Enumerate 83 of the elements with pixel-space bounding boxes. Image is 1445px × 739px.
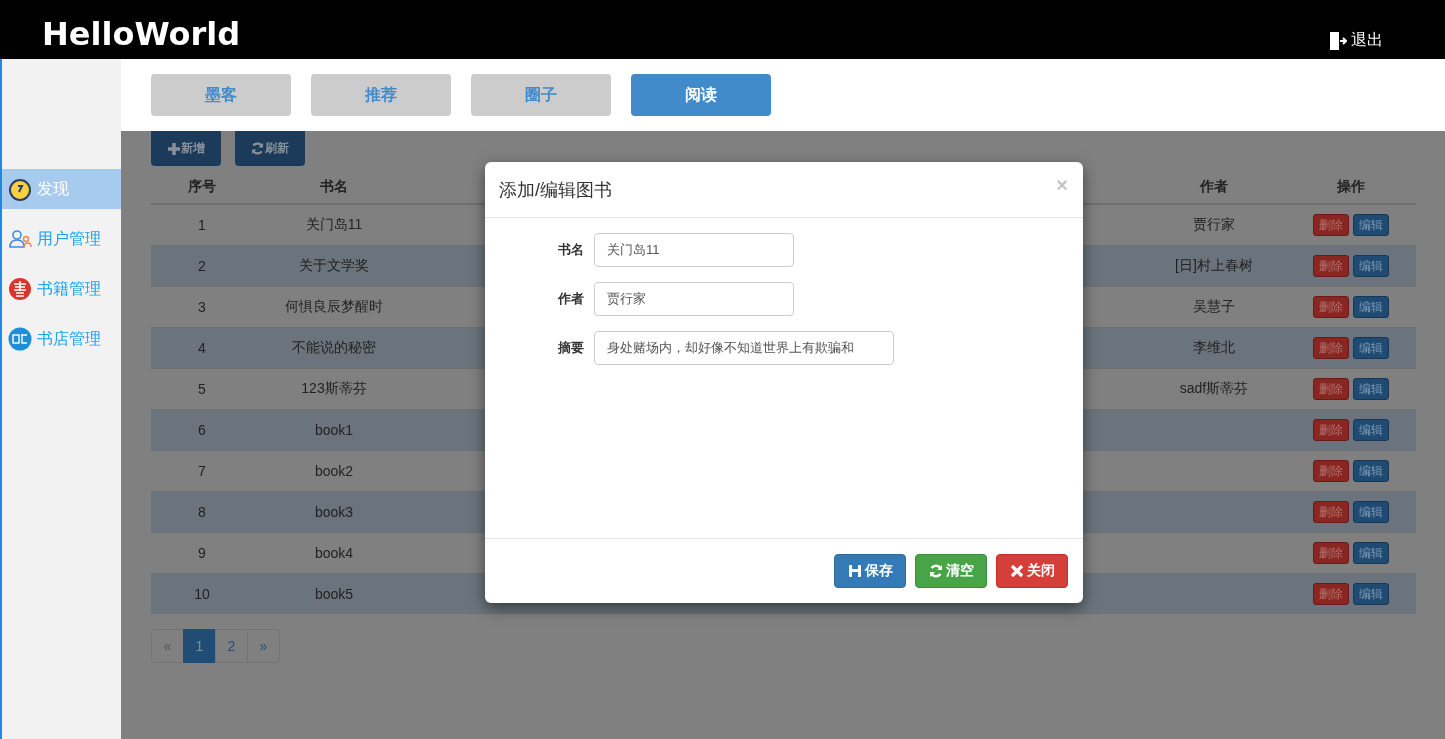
table-cell: 贾行家 [1193, 216, 1235, 232]
field-label: 摘要 [557, 339, 585, 357]
save-button[interactable]: 保存 [834, 554, 906, 588]
edit-button[interactable]: 编辑 [1352, 296, 1389, 318]
refresh-icon [251, 142, 264, 155]
users-icon [8, 227, 32, 251]
delete-button[interactable]: 删除 [1312, 583, 1349, 605]
column-header: 书名 [253, 170, 415, 204]
nav-tab[interactable]: 推荐 [311, 74, 451, 116]
table-cell: [日]村上春树 [1175, 257, 1253, 273]
nav-tab[interactable]: 阅读 [631, 74, 771, 116]
delete-button[interactable]: 删除 [1312, 255, 1349, 277]
page-button[interactable]: 1 [183, 629, 216, 663]
page-button[interactable]: » [247, 629, 280, 663]
table-cell: 2 [198, 258, 206, 274]
table-cell: 不能说的秘密 [292, 339, 376, 355]
sidebar-item[interactable]: 书店管理 [2, 319, 121, 359]
exit-door-icon [1329, 30, 1347, 51]
page-button[interactable]: 2 [215, 629, 248, 663]
edit-button[interactable]: 编辑 [1352, 214, 1389, 236]
table-cell: book4 [314, 545, 354, 561]
book-badge-icon [8, 277, 32, 301]
table-cell: 6 [198, 422, 206, 438]
table-cell: 9 [198, 545, 206, 561]
table-cell: 关于文学奖 [299, 257, 369, 273]
sidebar-item[interactable]: 发现 [2, 169, 121, 209]
refresh-icon [928, 564, 943, 578]
table-cell: 8 [198, 504, 206, 520]
refresh-button[interactable]: 刷新 [235, 131, 305, 166]
edit-button[interactable]: 编辑 [1352, 337, 1389, 359]
table-cell: 关门岛11 [305, 216, 363, 232]
input-field[interactable]: 贾行家 [594, 282, 794, 316]
plus-icon [167, 142, 180, 155]
table-cell: 123斯蒂芬 [301, 380, 367, 396]
close-button[interactable]: × [1056, 174, 1068, 197]
input-field[interactable]: 关门岛11 [594, 233, 794, 267]
field-label: 书名 [557, 241, 585, 259]
table-cell: sadf斯蒂芬 [1179, 380, 1249, 396]
field-label: 作者 [556, 290, 585, 308]
edit-button[interactable]: 编辑 [1352, 460, 1389, 482]
edit-button[interactable]: 编辑 [1352, 501, 1389, 523]
table-cell: book5 [314, 586, 354, 602]
dialog-title: 添加/编辑图书 [499, 178, 612, 202]
delete-button[interactable]: 删除 [1312, 501, 1349, 523]
delete-button[interactable]: 删除 [1312, 214, 1349, 236]
close-icon [1009, 564, 1024, 578]
delete-button[interactable]: 删除 [1312, 378, 1349, 400]
page-button[interactable]: « [151, 629, 184, 663]
clear-button[interactable]: 清空 [915, 554, 987, 588]
edit-button[interactable]: 编辑 [1352, 378, 1389, 400]
close-button[interactable]: 关闭 [996, 554, 1068, 588]
sidebar-item[interactable]: 用户管理 [2, 219, 121, 259]
table-cell: 7 [198, 463, 206, 479]
delete-button[interactable]: 删除 [1312, 296, 1349, 318]
edit-button[interactable]: 编辑 [1352, 419, 1389, 441]
edit-button[interactable]: 编辑 [1352, 542, 1389, 564]
input-field[interactable]: 身处赌场内，却好像不知道世界上有欺骗和 [594, 331, 894, 365]
logo: HelloWorld [42, 14, 241, 53]
table-cell: 3 [198, 299, 206, 315]
table-cell: 10 [194, 586, 210, 602]
column-header: 操作 [1285, 170, 1416, 204]
table-cell: 何惧良辰梦醒时 [285, 298, 383, 314]
edit-button[interactable]: 编辑 [1352, 583, 1389, 605]
logout-button[interactable]: 退出 [1329, 30, 1383, 51]
delete-button[interactable]: 删除 [1312, 337, 1349, 359]
table-cell: 李维北 [1193, 339, 1235, 355]
table-cell: 1 [198, 217, 206, 233]
sidebar-item[interactable]: 书籍管理 [2, 269, 121, 309]
table-cell: book2 [314, 463, 354, 479]
table-cell: 5 [198, 381, 206, 397]
table-cell: book1 [314, 422, 354, 438]
nav-tab[interactable]: 圈子 [471, 74, 611, 116]
table-cell: 4 [198, 340, 206, 356]
table-cell: book3 [314, 504, 354, 520]
column-header: 序号 [151, 170, 253, 204]
table-cell: 吴慧子 [1193, 298, 1235, 314]
nav-tab[interactable]: 墨客 [151, 74, 291, 116]
column-header: 作者 [1143, 170, 1285, 204]
delete-button[interactable]: 删除 [1312, 419, 1349, 441]
delete-button[interactable]: 删除 [1312, 460, 1349, 482]
add-button[interactable]: 新增 [151, 131, 221, 166]
edit-button[interactable]: 编辑 [1352, 255, 1389, 277]
delete-button[interactable]: 删除 [1312, 542, 1349, 564]
